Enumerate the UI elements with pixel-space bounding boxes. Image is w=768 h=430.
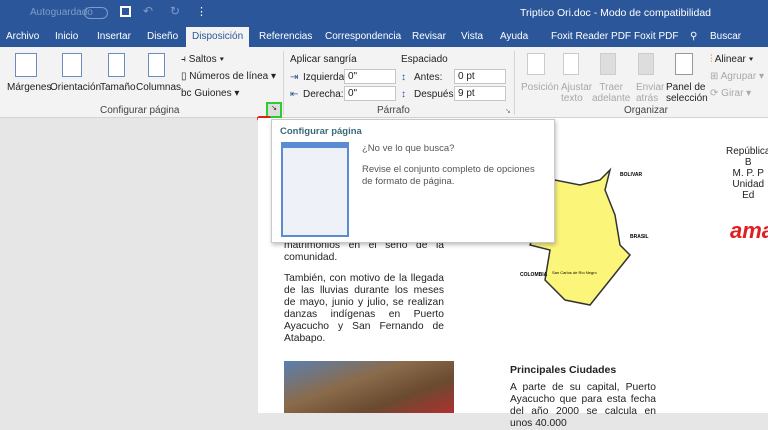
- indent-left-input[interactable]: 0": [344, 69, 396, 84]
- paragraph-group-label: Párrafo: [377, 105, 410, 116]
- customize-qat-icon[interactable]: ⋮: [196, 5, 207, 18]
- align-icon: ⫶: [710, 54, 713, 65]
- send-backward-button[interactable]: Enviar atrás: [636, 82, 664, 104]
- wrap-text-line2: texto: [561, 93, 583, 104]
- indent-right-label: Derecha:: [303, 89, 344, 100]
- rotate-button[interactable]: ⟳ Girar ▾: [710, 88, 751, 99]
- breaks-label: Saltos: [188, 54, 217, 65]
- map-label-bolivar: BOLIVAR: [620, 172, 643, 178]
- spacing-before-icon: ↕: [401, 72, 406, 83]
- map-label-colombia: COLOMBIA: [520, 272, 548, 278]
- spacing-label: Espaciado: [401, 54, 448, 65]
- selection-pane-line1: Panel de: [666, 82, 706, 93]
- indent-right-input[interactable]: 0": [344, 86, 396, 101]
- send-backward-icon: [638, 53, 654, 75]
- undo-icon[interactable]: ↶: [143, 4, 153, 18]
- spacing-before-input[interactable]: 0 pt: [454, 69, 506, 84]
- page-setup-tooltip: Configurar página ¿No ve lo que busca? R…: [271, 119, 555, 243]
- paragraph-3: A parte de su capital, Puerto Ayacucho q…: [510, 382, 656, 429]
- tab-referencias[interactable]: Referencias: [259, 31, 312, 42]
- title-bar: Autoguardado ↶ ↻ ⋮ Triptico Ori.doc - Mo…: [0, 0, 768, 27]
- page-setup-group-label: Configurar página: [100, 105, 180, 116]
- group-button[interactable]: ⊞ Agrupar ▾: [710, 71, 764, 82]
- tab-inicio[interactable]: Inicio: [55, 31, 78, 42]
- tab-foxit-pdf[interactable]: Foxit PDF: [634, 31, 678, 42]
- photo-indigenous-dance: [284, 361, 454, 413]
- spacing-before-label: Antes:: [414, 72, 443, 83]
- position-button[interactable]: Posición: [521, 82, 559, 93]
- tab-ayuda[interactable]: Ayuda: [500, 31, 528, 42]
- send-backward-line2: atrás: [636, 93, 659, 104]
- spacing-after-label: Después:: [414, 89, 457, 100]
- ribbon-tabs: Archivo Inicio Insertar Diseño Disposici…: [0, 27, 768, 47]
- tab-foxit-reader[interactable]: Foxit Reader PDF: [551, 31, 631, 42]
- header-line-1: República B: [726, 146, 768, 168]
- indent-right-icon: ⇤: [290, 89, 299, 100]
- paragraph-2: También, con motivo de la llegada de las…: [284, 273, 444, 344]
- size-icon: [108, 53, 125, 77]
- line-numbers-button[interactable]: ▯ Números de línea ▾: [181, 71, 276, 82]
- orientation-button[interactable]: Orientación: [50, 82, 101, 93]
- breaks-button[interactable]: ⫞ Saltos ▾: [181, 54, 224, 65]
- arrange-group-label: Organizar: [624, 105, 668, 116]
- tab-insertar[interactable]: Insertar: [97, 31, 131, 42]
- tab-vista[interactable]: Vista: [461, 31, 483, 42]
- tooltip-question: ¿No ve lo que busca?: [362, 143, 455, 154]
- tab-correspondencia[interactable]: Correspondencia: [325, 31, 401, 42]
- group-label: Agrupar: [720, 71, 757, 82]
- paragraph-1: matrimonios en el seno de la comunidad.: [284, 240, 444, 263]
- search-button[interactable]: Buscar: [710, 31, 741, 42]
- wrap-text-button[interactable]: Ajustar texto: [561, 82, 592, 104]
- tab-disposicion[interactable]: Disposición: [186, 27, 250, 47]
- section-heading: Principales Ciudades: [510, 364, 617, 376]
- bring-forward-button[interactable]: Traer adelante: [592, 82, 630, 104]
- save-icon[interactable]: [120, 6, 131, 17]
- orientation-icon: [62, 53, 82, 77]
- right-header: República B M. P. P Unidad Ed: [726, 146, 768, 201]
- map-label-san-carlos: San Carlos de Río Negro: [552, 270, 597, 275]
- line-numbers-label: Números de línea: [189, 71, 269, 82]
- spacing-after-input[interactable]: 9 pt: [454, 86, 506, 101]
- hyphenation-button[interactable]: bc Guiones ▾: [181, 88, 239, 99]
- columns-icon: [148, 53, 165, 77]
- selection-pane-line2: selección: [666, 93, 708, 104]
- wrap-text-icon: [563, 53, 579, 75]
- tooltip-title: Configurar página: [280, 126, 362, 137]
- bring-forward-line2: adelante: [592, 93, 631, 104]
- send-backward-line1: Enviar: [636, 82, 665, 93]
- redo-icon[interactable]: ↻: [170, 4, 180, 18]
- autosave-toggle[interactable]: [84, 7, 108, 19]
- margins-icon: [15, 53, 37, 77]
- align-label: Alinear: [714, 54, 746, 65]
- bring-forward-line1: Traer: [599, 82, 623, 93]
- ribbon: Márgenes Orientación Tamaño Columnas ⫞ S…: [0, 47, 768, 118]
- indent-left-label: Izquierda:: [303, 72, 347, 83]
- document-title: Triptico Ori.doc - Modo de compatibilida…: [520, 7, 712, 19]
- hyphenation-label: Guiones: [194, 88, 232, 99]
- dialog-preview-image: [281, 142, 349, 237]
- indent-label: Aplicar sangría: [290, 54, 357, 65]
- size-button[interactable]: Tamaño: [100, 82, 136, 93]
- paragraph-launcher-button[interactable]: ↘: [505, 107, 511, 115]
- wrap-text-line1: Ajustar: [561, 82, 593, 93]
- search-icon[interactable]: ⚲: [690, 31, 697, 42]
- spacing-after-icon: ↕: [401, 89, 406, 100]
- selection-pane-button[interactable]: Panel de selección: [666, 82, 708, 104]
- selection-pane-icon: [675, 53, 693, 75]
- position-icon: [527, 53, 545, 75]
- bring-forward-icon: [600, 53, 616, 75]
- rotate-label: Girar: [721, 88, 744, 99]
- header-line-3: Unidad Ed: [732, 179, 765, 201]
- margins-button[interactable]: Márgenes: [7, 82, 51, 93]
- logo: ama: [730, 218, 768, 243]
- map-label-brasil: BRASIL: [630, 234, 649, 240]
- columns-button[interactable]: Columnas: [136, 82, 181, 93]
- tab-diseno[interactable]: Diseño: [147, 31, 178, 42]
- tooltip-description: Revise el conjunto completo de opciones …: [362, 164, 535, 187]
- tab-revisar[interactable]: Revisar: [412, 31, 446, 42]
- align-button[interactable]: ⫶ Alinear ▾: [710, 54, 754, 65]
- indent-left-icon: ⇥: [290, 72, 299, 83]
- tab-archivo[interactable]: Archivo: [6, 31, 39, 42]
- header-line-2: M. P. P: [732, 168, 764, 179]
